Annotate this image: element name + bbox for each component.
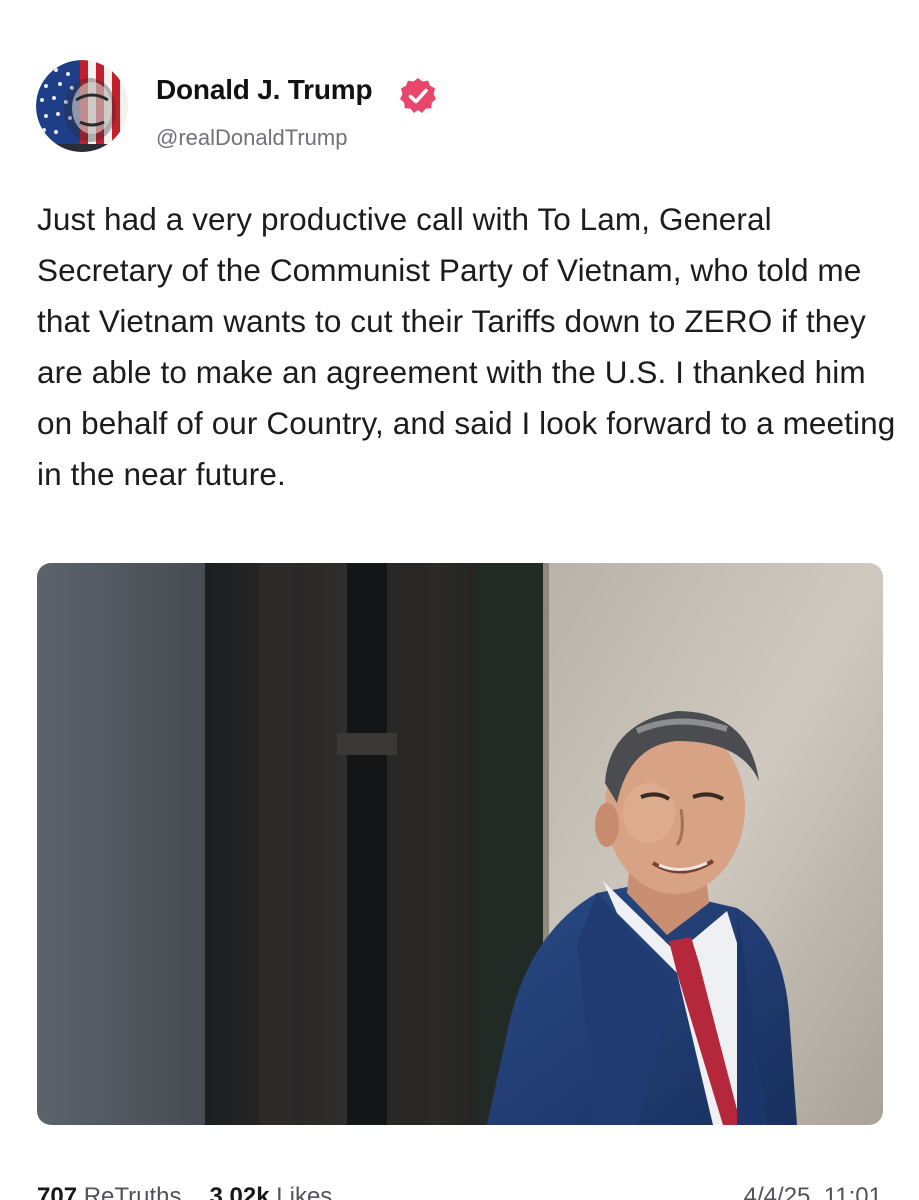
likes-count: 3.02k [209, 1183, 270, 1200]
post-stats: 707 ReTruths 3.02k Likes [37, 1183, 332, 1200]
photo-man-in-suit-image [37, 563, 883, 1125]
author-name[interactable]: Donald J. Trump [156, 74, 373, 106]
retruths-stat[interactable]: 707 ReTruths [37, 1183, 182, 1200]
post-timestamp[interactable]: 4/4/25, 11:01 [744, 1183, 882, 1200]
post-image[interactable] [37, 563, 883, 1125]
avatar[interactable] [36, 60, 128, 152]
post-text: Just had a very productive call with To … [37, 201, 896, 492]
likes-stat[interactable]: 3.02k Likes [210, 1183, 333, 1200]
author-handle[interactable]: @realDonaldTrump [156, 125, 347, 151]
truth-post: Donald J. Trump @realDonaldTrump Just ha… [0, 0, 919, 1200]
likes-label: Likes [276, 1183, 333, 1200]
retruths-label: ReTruths [83, 1183, 182, 1200]
avatar-flag-portrait-image [36, 60, 128, 152]
retruths-count: 707 [37, 1183, 78, 1200]
verified-badge-icon [400, 78, 436, 113]
